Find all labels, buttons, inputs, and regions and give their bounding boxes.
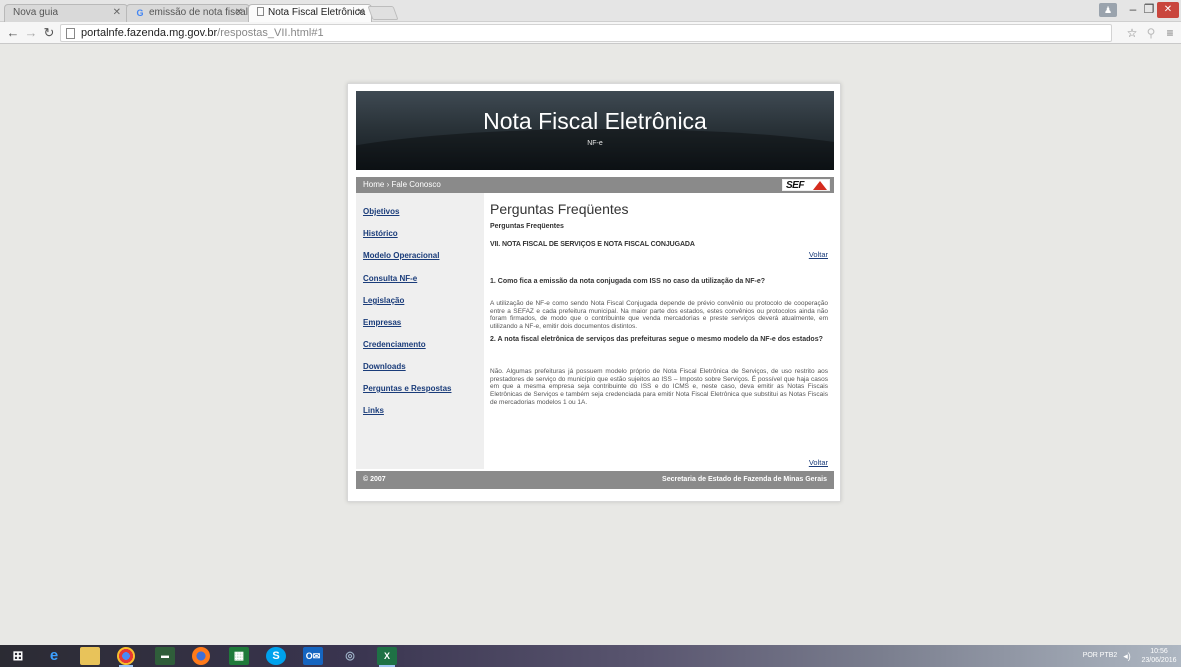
close-tab-icon[interactable]: ✕ (113, 5, 121, 21)
page-icon (257, 7, 264, 16)
firefox-icon[interactable] (192, 647, 210, 665)
excel-icon[interactable]: X (377, 647, 397, 667)
clock[interactable]: 10:56 23/06/2016 (1138, 645, 1180, 667)
answer-2: Não. Algumas prefeituras já possuem mode… (490, 368, 828, 406)
page-container: Nota Fiscal Eletrônica NF-e Home › Fale … (347, 83, 841, 502)
tab-nota-fiscal[interactable]: Nota Fiscal Eletrônica ✕ (248, 4, 372, 22)
tab-label: Nota Fiscal Eletrônica (268, 7, 366, 18)
extension-icon[interactable]: ⚲ (1143, 25, 1159, 41)
file-explorer-icon[interactable] (80, 647, 100, 665)
tab-nova-guia[interactable]: Nova guia ✕ (4, 4, 128, 22)
site-footer: © 2007 Secretaria de Estado de Fazenda d… (356, 471, 834, 489)
windows-start-icon[interactable]: ⊞ (8, 647, 28, 665)
sidebar-item-legislacao[interactable]: Legislação (363, 296, 404, 305)
question-2: 2. A nota fiscal eletrônica de serviços … (490, 336, 823, 343)
nav-strip: Home › Fale Conosco SEF (356, 177, 834, 193)
footer-copyright: © 2007 (363, 476, 386, 483)
volume-icon[interactable]: ◂) (1122, 645, 1132, 667)
question-1: 1. Como fica a emissão da nota conjugada… (490, 278, 766, 285)
sefa-logo-text: SEF (786, 180, 804, 191)
close-window-button[interactable]: ✕ (1157, 2, 1179, 18)
user-profile-icon[interactable]: ♟ (1099, 3, 1117, 17)
tab-label: Nova guia (13, 7, 59, 18)
sidebar-item-perguntas-e-respostas[interactable]: Perguntas e Respostas (363, 384, 451, 393)
skype-icon[interactable]: S (266, 647, 286, 665)
site-banner: Nota Fiscal Eletrônica NF-e (356, 91, 834, 170)
clock-time: 10:56 (1150, 648, 1168, 655)
address-bar[interactable]: portalnfe.fazenda.mg.gov.br/respostas_VI… (60, 24, 1112, 42)
reload-icon[interactable]: ↻ (42, 25, 56, 41)
google-icon: G (136, 8, 144, 18)
sefa-logo-triangle-icon (813, 181, 827, 190)
sidebar: Objetivos Histórico Modelo Operacional C… (356, 193, 484, 469)
sidebar-item-historico[interactable]: Histórico (363, 229, 398, 238)
answer-1: A utilização de NF-e como sendo Nota Fis… (490, 300, 828, 331)
section-title: VII. NOTA FISCAL DE SERVIÇOS E NOTA FISC… (490, 241, 695, 248)
back-arrow-icon[interactable]: ← (6, 25, 20, 41)
url-path: /respostas_VII.html#1 (217, 27, 324, 39)
network-icon[interactable]: ◎ (340, 647, 360, 665)
forward-arrow-icon[interactable]: → (24, 25, 38, 41)
browser-toolbar: ← → ↻ portalnfe.fazenda.mg.gov.br/respos… (0, 22, 1181, 44)
menu-icon[interactable]: ≡ (1162, 25, 1178, 41)
terminal-icon[interactable]: ▬ (155, 647, 175, 665)
minimize-button[interactable]: – (1125, 0, 1141, 18)
sidebar-item-consulta-nfe[interactable]: Consulta NF-e (363, 274, 417, 283)
breadcrumb[interactable]: Home › Fale Conosco (363, 177, 441, 193)
banner-subtitle: NF-e (587, 140, 603, 147)
close-tab-icon[interactable]: ✕ (357, 5, 365, 21)
language-indicator[interactable]: POR PTB2 (1080, 645, 1120, 667)
page-subtitle: Perguntas Freqüentes (490, 223, 564, 230)
url-host: portalnfe.fazenda.mg.gov.br (81, 27, 218, 39)
banner-title: Nota Fiscal Eletrônica (483, 108, 707, 134)
restore-button[interactable]: ❐ (1141, 0, 1157, 18)
sidebar-item-links[interactable]: Links (363, 406, 384, 415)
outlook-icon[interactable]: O✉ (303, 647, 323, 665)
tab-google-search[interactable]: Gemissão de nota fiscal de ✕ (126, 4, 250, 22)
internet-explorer-icon[interactable]: e (44, 647, 64, 665)
sidebar-item-empresas[interactable]: Empresas (363, 318, 401, 327)
sidebar-item-objetivos[interactable]: Objetivos (363, 207, 399, 216)
clock-date: 23/06/2016 (1141, 657, 1177, 664)
sidebar-item-downloads[interactable]: Downloads (363, 362, 406, 371)
close-tab-icon[interactable]: ✕ (235, 5, 243, 21)
back-link-top[interactable]: Voltar (809, 250, 828, 259)
bookmark-star-icon[interactable]: ☆ (1124, 25, 1140, 41)
footer-organization: Secretaria de Estado de Fazenda de Minas… (662, 476, 827, 483)
windows-taskbar: ⊞ e ▬ ▦ S O✉ ◎ X POR PTB2 ◂) 10:56 23/06… (0, 645, 1181, 667)
new-tab-button[interactable] (367, 6, 399, 20)
sidebar-item-credenciamento[interactable]: Credenciamento (363, 340, 426, 349)
browser-tab-bar: Nova guia ✕ Gemissão de nota fiscal de ✕… (0, 0, 1181, 22)
chrome-icon[interactable] (117, 647, 135, 667)
sidebar-item-modelo-operacional[interactable]: Modelo Operacional (363, 251, 439, 260)
calculator-icon[interactable]: ▦ (229, 647, 249, 665)
page-title: Perguntas Freqüentes (490, 201, 629, 217)
page-icon (66, 28, 75, 39)
back-link-bottom[interactable]: Voltar (809, 458, 828, 467)
sefa-logo: SEF (782, 179, 830, 191)
